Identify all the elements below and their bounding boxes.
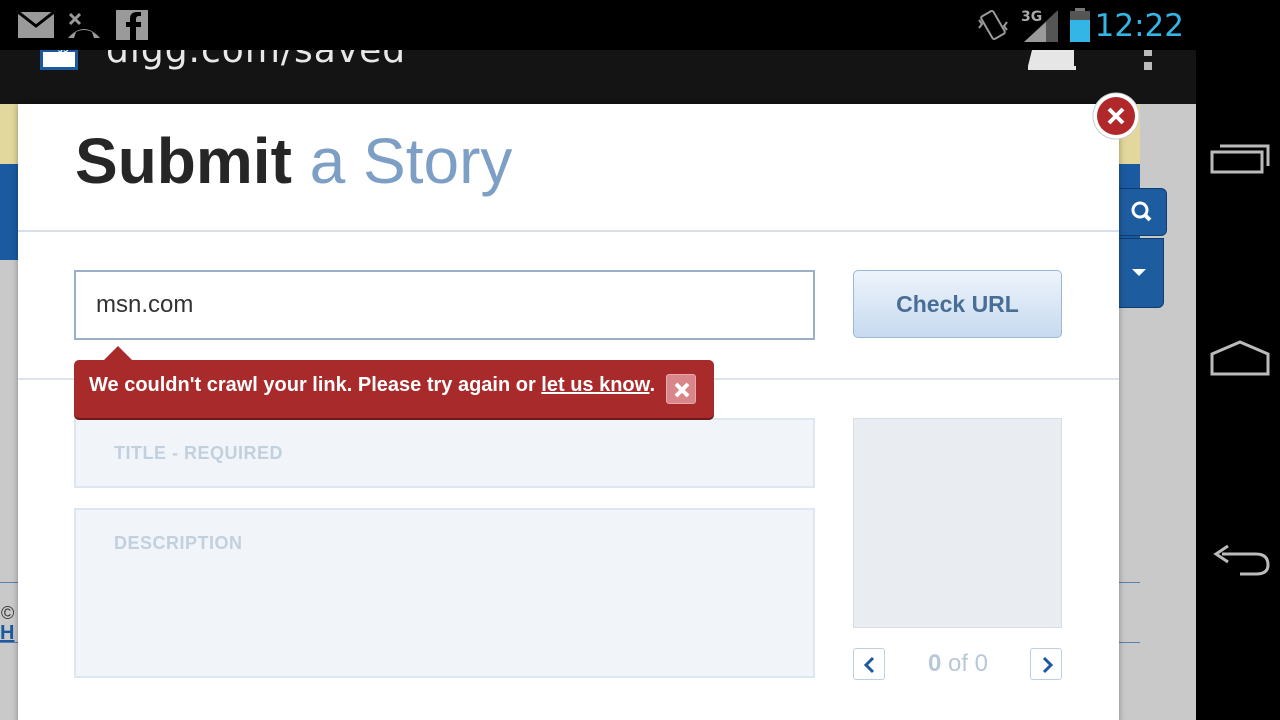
check-url-button[interactable]: Check URL	[853, 270, 1062, 338]
facebook-icon	[116, 10, 148, 40]
status-bar: 3G 12:22	[0, 0, 1280, 50]
signal-icon	[1024, 10, 1058, 42]
screen: 3G 12:22 digg digg.com/saved	[0, 0, 1280, 720]
error-text-before: We couldn't crawl your link. Please try …	[89, 374, 542, 396]
next-thumbnail-button[interactable]	[1030, 648, 1062, 680]
page-search-button[interactable]	[1112, 188, 1167, 236]
title-divider	[18, 230, 1119, 232]
error-tooltip: We couldn't crawl your link. Please try …	[74, 346, 714, 418]
url-input[interactable]	[74, 270, 815, 340]
submit-story-modal: Submit a Story Check URL TITLE - REQUIRE…	[18, 104, 1119, 720]
modal-close-button[interactable]	[1090, 90, 1142, 142]
browser-url-bar[interactable]: digg digg.com/saved	[0, 50, 1196, 104]
battery-icon	[1070, 8, 1090, 42]
url-text[interactable]: digg.com/saved	[106, 50, 406, 71]
chevron-left-icon	[863, 656, 875, 674]
caret-down-icon	[1132, 269, 1146, 276]
footer-copyright: ©	[1, 603, 15, 623]
back-icon[interactable]	[1210, 540, 1270, 580]
modal-title-bold: Submit	[75, 125, 292, 197]
missed-call-icon	[68, 12, 100, 38]
modal-title: Submit a Story	[75, 124, 512, 198]
home-icon[interactable]	[1210, 338, 1270, 378]
tabs-icon[interactable]	[1028, 50, 1078, 72]
description-field[interactable]: DESCRIPTION	[74, 508, 815, 678]
mail-icon	[18, 12, 54, 38]
let-us-know-link[interactable]: let us know	[541, 374, 649, 396]
pager-current: 0	[927, 650, 942, 677]
tooltip-arrow	[104, 346, 132, 360]
error-close-button[interactable]	[666, 374, 696, 404]
footer-link[interactable]: H	[0, 622, 14, 645]
thumbnail-pager: 0 of 0	[898, 648, 1018, 680]
vibrate-icon	[978, 9, 1008, 41]
thumbnail-preview	[853, 418, 1062, 628]
chevron-right-icon	[1042, 656, 1054, 674]
close-icon	[674, 382, 690, 398]
title-field[interactable]: TITLE - REQUIRED	[74, 418, 815, 488]
pager-total: 0	[974, 650, 989, 677]
modal-title-light: a Story	[309, 125, 513, 197]
description-placeholder: DESCRIPTION	[114, 533, 243, 553]
previous-thumbnail-button[interactable]	[853, 648, 885, 680]
search-icon	[1131, 201, 1152, 222]
browser-viewport: digg digg.com/saved	[0, 50, 1196, 720]
error-message: We couldn't crawl your link. Please try …	[89, 374, 655, 397]
clock: 12:22	[1094, 8, 1184, 44]
page-dropdown-button[interactable]	[1112, 238, 1164, 308]
android-nav-bar	[1196, 0, 1280, 720]
pager-separator: of	[947, 650, 968, 677]
recent-apps-icon[interactable]	[1210, 140, 1270, 180]
overflow-menu-icon[interactable]	[1142, 50, 1156, 72]
favicon-text: digg	[43, 50, 75, 52]
title-placeholder: TITLE - REQUIRED	[114, 443, 283, 463]
digg-favicon: digg	[40, 50, 78, 70]
error-text-after: .	[649, 374, 656, 396]
